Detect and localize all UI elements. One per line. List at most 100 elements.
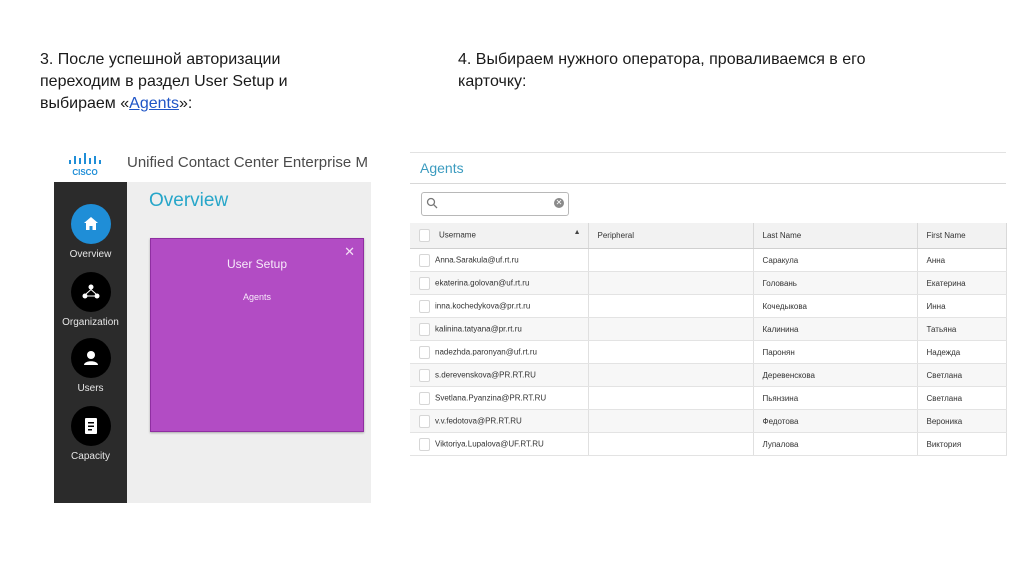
cell-username: nadezhda.paronyan@uf.rt.ru <box>410 340 589 364</box>
user-setup-card: ✕ User Setup Agents <box>150 238 364 432</box>
username-text[interactable]: Viktoriya.Lupalova@UF.RT.RU <box>435 439 544 448</box>
left-caption-line-3: выбираем «Agents»: <box>40 93 340 115</box>
cisco-logo-text: CISCO <box>72 168 97 177</box>
select-all-checkbox[interactable] <box>419 229 430 242</box>
table-row[interactable]: Svetlana.Pyanzina@PR.RT.RU Пьянзина Светла… <box>410 386 1007 410</box>
right-caption-line-2: карточку: <box>458 73 527 90</box>
cell-username: ekaterina.golovan@uf.rt.ru <box>410 271 589 295</box>
cell-last-name: Головань <box>753 271 918 295</box>
cell-peripheral <box>588 248 754 272</box>
nav-organization-label: Organization <box>62 317 119 328</box>
row-checkbox[interactable] <box>419 299 430 313</box>
username-text[interactable]: ekaterina.golovan@uf.rt.ru <box>435 278 529 287</box>
table-row[interactable]: kalinina.tatyana@pr.rt.ru Калинина Татьяна <box>410 317 1007 341</box>
nav-users[interactable]: Users <box>54 338 127 394</box>
cell-last-name: Калинина <box>753 317 918 341</box>
table-header-row: Username ▲ Peripheral Last Name First Nam… <box>410 223 1007 249</box>
cell-peripheral <box>588 363 754 387</box>
cell-last-name: Паронян <box>753 340 918 364</box>
cell-username: s.derevenskova@PR.RT.RU <box>410 363 589 387</box>
cell-peripheral <box>588 317 754 341</box>
cell-first-name: Светлана <box>917 386 1007 410</box>
cell-last-name: Федотова <box>753 409 918 433</box>
table-row[interactable]: inna.kochedykova@pr.rt.ru Кочедыкова Инна <box>410 294 1007 318</box>
username-text[interactable]: nadezhda.paronyan@uf.rt.ru <box>435 347 537 356</box>
username-text[interactable]: inna.kochedykova@pr.rt.ru <box>435 301 530 310</box>
row-checkbox[interactable] <box>419 253 430 267</box>
nav-capacity[interactable]: Capacity <box>54 406 127 462</box>
row-checkbox[interactable] <box>419 345 430 359</box>
nav-overview-label: Overview <box>69 249 112 260</box>
cell-last-name: Саракула <box>753 248 918 272</box>
username-text[interactable]: Svetlana.Pyanzina@PR.RT.RU <box>435 393 546 402</box>
overview-panel: Overview ✕ User Setup Agents <box>127 182 371 503</box>
username-text[interactable]: s.derevenskova@PR.RT.RU <box>435 370 536 379</box>
left-caption-line-2: переходим в раздел User Setup и <box>40 73 288 90</box>
column-header-first-name[interactable]: First Name <box>917 223 1007 249</box>
sort-ascending-icon: ▲ <box>573 229 581 236</box>
cell-last-name: Пьянзина <box>753 386 918 410</box>
sidebar: Overview Organization Users Capacity <box>54 182 127 503</box>
agents-link[interactable]: Agents <box>151 292 363 302</box>
organization-icon <box>70 272 111 312</box>
top-divider <box>410 152 1006 153</box>
left-caption-line-1: 3. После успешной авторизации <box>40 51 281 68</box>
left-caption-suffix: »: <box>178 95 193 112</box>
cell-peripheral <box>588 409 754 433</box>
agents-table: Username ▲ Peripheral Last Name First Nam… <box>410 223 1007 456</box>
table-row[interactable]: nadezhda.paronyan@uf.rt.ru Паронян Надежда <box>410 340 1007 364</box>
left-caption: 3. После успешной авторизации переходим … <box>40 49 340 115</box>
nav-organization[interactable]: Organization <box>54 272 127 328</box>
row-checkbox[interactable] <box>419 391 430 405</box>
column-header-peripheral[interactable]: Peripheral <box>588 223 754 249</box>
cell-peripheral <box>588 432 754 456</box>
table-row[interactable]: s.derevenskova@PR.RT.RU Деревенскова Светл… <box>410 363 1007 387</box>
username-text[interactable]: v.v.fedotova@PR.RT.RU <box>435 416 522 425</box>
search-icon <box>426 197 438 209</box>
search-input[interactable]: ✕ <box>421 192 569 216</box>
cell-peripheral <box>588 271 754 295</box>
row-checkbox[interactable] <box>419 437 430 451</box>
cell-username: kalinina.tatyana@pr.rt.ru <box>410 317 589 341</box>
cell-first-name: Анна <box>917 248 1007 272</box>
agents-page-title: Agents <box>420 160 464 176</box>
table-row[interactable]: v.v.fedotova@PR.RT.RU Федотова Вероника <box>410 409 1007 433</box>
cisco-logo: CISCO <box>69 153 101 177</box>
cell-last-name: Деревенскова <box>753 363 918 387</box>
ucce-header: CISCO Unified Contact Center Enterprise … <box>54 145 371 182</box>
username-text[interactable]: Anna.Sarakula@uf.rt.ru <box>435 255 519 264</box>
table-row[interactable]: Viktoriya.Lupalova@UF.RT.RU Лупалова Викто… <box>410 432 1007 456</box>
cell-peripheral <box>588 294 754 318</box>
table-row[interactable]: ekaterina.golovan@uf.rt.ru Головань Екатер… <box>410 271 1007 295</box>
left-caption-prefix: выбираем « <box>40 95 130 112</box>
cell-username: v.v.fedotova@PR.RT.RU <box>410 409 589 433</box>
cell-username: inna.kochedykova@pr.rt.ru <box>410 294 589 318</box>
cell-username: Svetlana.Pyanzina@PR.RT.RU <box>410 386 589 410</box>
cell-first-name: Инна <box>917 294 1007 318</box>
column-header-username-label: Username <box>439 230 476 240</box>
cell-first-name: Светлана <box>917 363 1007 387</box>
cell-username: Anna.Sarakula@uf.rt.ru <box>410 248 589 272</box>
nav-overview[interactable]: Overview <box>54 204 127 260</box>
ucce-overview-screenshot: CISCO Unified Contact Center Enterprise … <box>54 145 371 503</box>
home-icon <box>70 204 111 244</box>
row-checkbox[interactable] <box>419 368 430 382</box>
row-checkbox[interactable] <box>419 322 430 336</box>
document-icon <box>70 406 111 446</box>
column-header-username[interactable]: Username ▲ <box>410 223 589 249</box>
table-row[interactable]: Anna.Sarakula@uf.rt.ru Саракула Анна <box>410 248 1007 272</box>
column-header-last-name[interactable]: Last Name <box>753 223 918 249</box>
nav-capacity-label: Capacity <box>71 451 110 462</box>
right-caption: 4. Выбираем нужного оператора, провалива… <box>458 49 928 93</box>
row-checkbox[interactable] <box>419 414 430 428</box>
cell-first-name: Татьяна <box>917 317 1007 341</box>
agents-caption-link[interactable]: Agents <box>129 95 179 112</box>
username-text[interactable]: kalinina.tatyana@pr.rt.ru <box>435 324 522 333</box>
cell-first-name: Екатерина <box>917 271 1007 295</box>
cell-peripheral <box>588 340 754 364</box>
row-checkbox[interactable] <box>419 276 430 290</box>
app-title: Unified Contact Center Enterprise M <box>127 154 368 171</box>
clear-icon[interactable]: ✕ <box>554 198 564 208</box>
cell-first-name: Вероника <box>917 409 1007 433</box>
right-caption-line-1: 4. Выбираем нужного оператора, провалива… <box>458 51 866 68</box>
